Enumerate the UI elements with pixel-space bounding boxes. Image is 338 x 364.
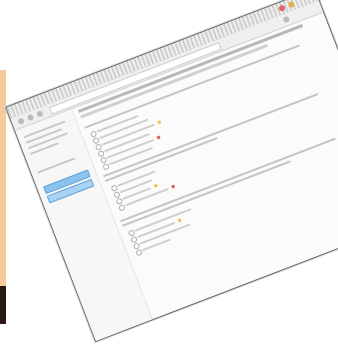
question-3-title-line-2	[122, 160, 291, 227]
error-marker	[156, 135, 161, 140]
question-3-title	[120, 137, 336, 223]
window-minimize-icon[interactable]	[287, 0, 296, 9]
highlight-marker	[157, 120, 162, 125]
sidebar-item[interactable]	[37, 157, 76, 174]
back-icon[interactable]	[17, 117, 26, 126]
forward-icon[interactable]	[26, 113, 35, 122]
reload-icon[interactable]	[35, 110, 44, 118]
browser-window-photo	[5, 0, 338, 343]
left-panel-edge	[0, 70, 6, 286]
highlight-marker	[177, 218, 182, 223]
error-marker	[171, 184, 176, 189]
left-panel-edge-dark	[0, 286, 6, 324]
question-2-title	[103, 92, 319, 178]
highlight-marker	[153, 183, 158, 188]
window-close-icon[interactable]	[278, 4, 286, 13]
settings-icon[interactable]	[282, 15, 291, 24]
